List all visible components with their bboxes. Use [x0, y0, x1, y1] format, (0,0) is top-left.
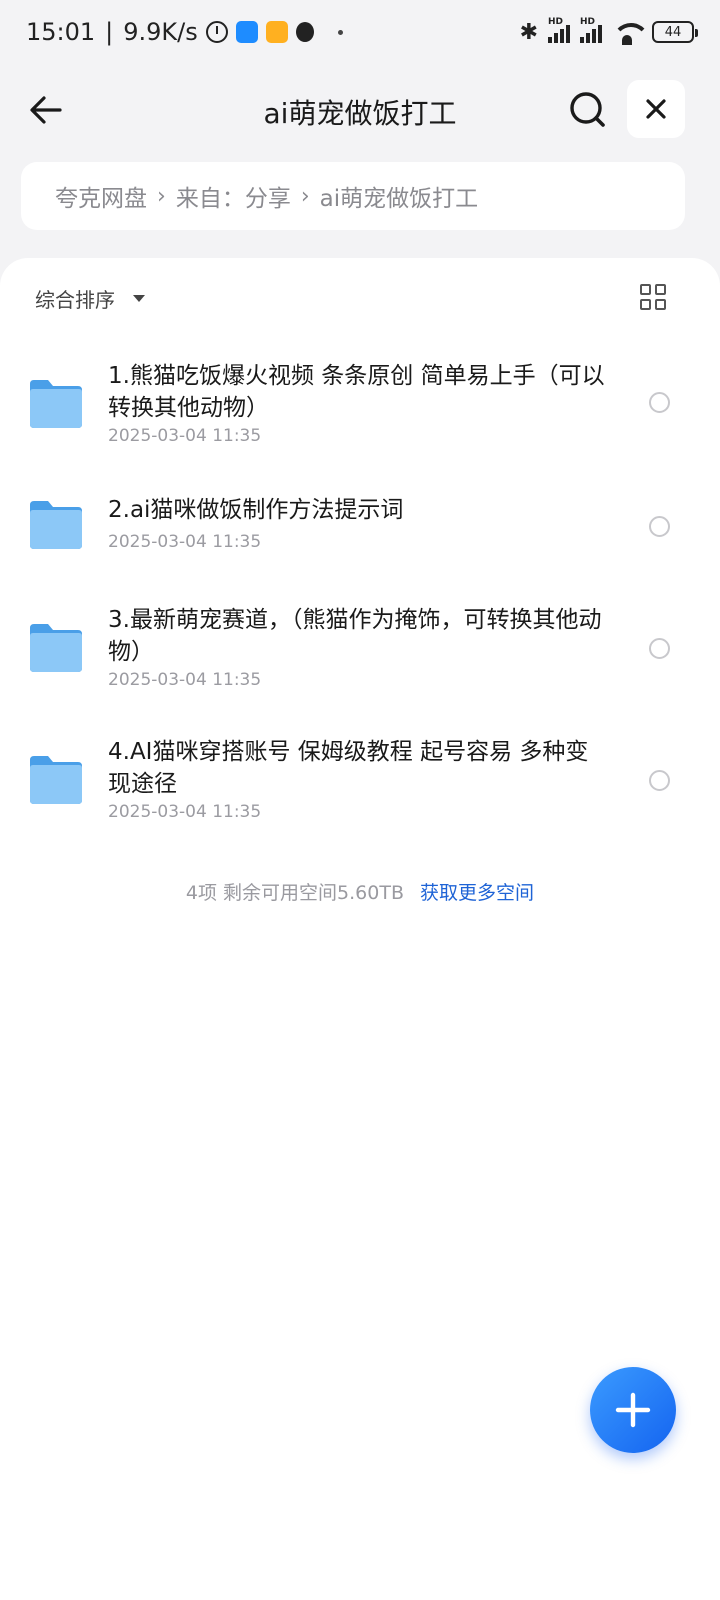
chevron-right-icon: ›	[157, 183, 166, 209]
file-date: 2025-03-04 11:35	[108, 426, 262, 446]
select-radio[interactable]	[649, 638, 670, 659]
close-icon	[646, 99, 666, 119]
file-name: 2.ai猫咪做饭制作方法提示词	[108, 497, 404, 523]
search-icon	[570, 92, 605, 127]
network-speed: 9.9K/s	[123, 18, 198, 46]
get-more-space-link[interactable]: 获取更多空间	[420, 882, 534, 904]
file-name: 1.熊猫吃饭爆火视频 条条原创 简单易上手（可以转换其他动物）	[108, 363, 605, 421]
add-button[interactable]	[590, 1367, 676, 1453]
battery-level: 44	[664, 24, 682, 40]
chevron-right-icon: ›	[300, 183, 310, 209]
hd-label: HD	[548, 17, 564, 27]
status-right: ✱ HD HD 44	[519, 17, 698, 45]
header: ai萌宠做饭打工	[0, 80, 720, 140]
grid-view-toggle[interactable]	[640, 284, 666, 310]
folder-icon	[30, 501, 82, 549]
plus-icon	[615, 1392, 651, 1428]
hd-label-2: HD	[580, 17, 596, 27]
battery-icon: 44	[652, 21, 698, 43]
status-bar: 15:01 | 9.9K/s ✱ HD HD 44	[0, 0, 720, 64]
select-radio[interactable]	[649, 770, 670, 791]
folder-icon	[30, 380, 82, 428]
qq-notification-icon	[295, 22, 314, 42]
caret-down-icon	[133, 295, 145, 302]
breadcrumb-item-share[interactable]: 来自：分享	[176, 179, 291, 213]
list-item[interactable]: 3.最新萌宠赛道，（熊猫作为掩饰，可转换其他动物） 2025-03-04 11:…	[0, 604, 720, 704]
grid-icon	[640, 284, 651, 295]
more-notifications-icon	[337, 29, 343, 35]
status-separator: |	[105, 18, 114, 46]
select-radio[interactable]	[649, 392, 670, 413]
folder-icon	[30, 756, 82, 804]
file-name: 3.最新萌宠赛道，（熊猫作为掩饰，可转换其他动物）	[108, 607, 602, 665]
wifi-icon	[612, 21, 650, 45]
page-title: ai萌宠做饭打工	[263, 97, 457, 130]
breadcrumb-item-current: ai萌宠做饭打工	[319, 186, 479, 212]
file-date: 2025-03-04 11:35	[108, 670, 262, 690]
breadcrumb-item-root[interactable]: 夸克网盘	[55, 179, 147, 213]
storage-summary-text: 4项 剩余可用空间5.60TB	[185, 882, 404, 904]
list-item[interactable]: 4.AI猫咪穿搭账号 保姆级教程 起号容易 多种变现途径 2025-03-04 …	[0, 736, 720, 836]
bluetooth-icon: ✱	[519, 19, 538, 45]
close-button[interactable]	[627, 80, 685, 138]
signal-icon-2: HD	[580, 17, 602, 43]
app-notification-icon	[235, 21, 258, 43]
notes-notification-icon	[265, 21, 288, 43]
status-left: 15:01 | 9.9K/s	[26, 18, 343, 46]
storage-summary: 4项 剩余可用空间5.60TB 获取更多空间	[0, 878, 720, 905]
list-item[interactable]: 1.熊猫吃饭爆火视频 条条原创 简单易上手（可以转换其他动物） 2025-03-…	[0, 358, 720, 458]
alarm-icon	[205, 21, 228, 43]
select-radio[interactable]	[649, 516, 670, 537]
file-name: 4.AI猫咪穿搭账号 保姆级教程 起号容易 多种变现途径	[108, 739, 589, 797]
signal-icon: HD	[548, 17, 570, 43]
search-button[interactable]	[566, 88, 610, 132]
breadcrumb: 夸克网盘 › 来自：分享 › ai萌宠做饭打工	[21, 162, 685, 230]
status-time: 15:01	[26, 18, 96, 46]
list-item[interactable]: 2.ai猫咪做饭制作方法提示词 2025-03-04 11:35	[0, 494, 720, 564]
folder-icon	[30, 624, 82, 672]
sort-dropdown[interactable]: 综合排序	[35, 284, 145, 313]
file-date: 2025-03-04 11:35	[108, 532, 262, 552]
file-date: 2025-03-04 11:35	[108, 802, 262, 822]
sort-label: 综合排序	[35, 288, 115, 312]
